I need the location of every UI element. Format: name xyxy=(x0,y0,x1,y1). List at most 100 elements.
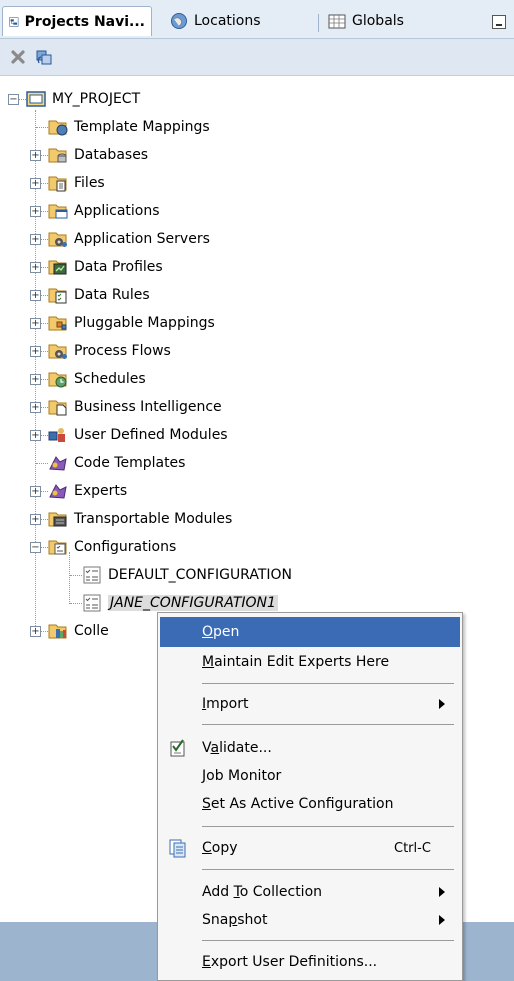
navigator-tab-bar: Projects Navi... Locations Globals xyxy=(0,0,514,39)
tab-globals-label: Globals xyxy=(352,13,404,29)
tree-connector xyxy=(41,267,48,268)
delete-button[interactable] xyxy=(8,47,28,67)
user-defined-modules-icon xyxy=(48,428,65,442)
menu-item-snapshot[interactable]: Snapshot xyxy=(158,905,462,935)
tree-item-label: Schedules xyxy=(74,371,146,387)
refresh-icon xyxy=(36,50,52,65)
tree-connector xyxy=(19,99,26,100)
databases-icon xyxy=(48,148,67,163)
delete-icon xyxy=(11,50,25,64)
tree-item-process-flows[interactable]: Process Flows xyxy=(48,338,171,364)
menu-separator xyxy=(202,724,454,725)
expand-toggle[interactable]: + xyxy=(30,178,41,189)
tree-item-applications[interactable]: Applications xyxy=(48,198,160,224)
menu-item-label: Set As Active Configuration xyxy=(202,796,394,812)
tree-connector xyxy=(36,463,48,464)
navigator-toolbar xyxy=(0,39,514,76)
expand-toggle[interactable]: + xyxy=(30,430,41,441)
menu-item-job-monitor[interactable]: Job Monitor xyxy=(158,761,462,791)
tree-item-label: Data Profiles xyxy=(74,259,163,275)
tree-item-default-configuration[interactable]: DEFAULT_CONFIGURATION xyxy=(82,562,292,588)
menu-item-add-to-collection[interactable]: Add To Collection xyxy=(158,877,462,907)
expand-toggle[interactable]: + xyxy=(30,374,41,385)
tree-item-files[interactable]: Files xyxy=(48,170,105,196)
menu-item-export-user-definitions[interactable]: Export User Definitions... xyxy=(158,947,462,977)
tree-item-label: JANE_CONFIGURATION1 xyxy=(108,595,278,611)
menu-item-label: Export User Definitions... xyxy=(202,954,378,970)
expand-toggle[interactable]: + xyxy=(30,486,41,497)
minimize-button[interactable] xyxy=(492,15,506,29)
menu-separator xyxy=(202,940,454,941)
tree-item-label: Process Flows xyxy=(74,343,171,359)
expand-toggle[interactable]: + xyxy=(30,402,41,413)
collapse-toggle[interactable]: − xyxy=(8,94,19,105)
transportable-modules-icon xyxy=(48,512,67,527)
menu-item-copy[interactable]: Copy Ctrl-C xyxy=(158,833,462,863)
menu-item-validate[interactable]: Validate... xyxy=(158,733,462,763)
tree-item-transportable-modules[interactable]: Transportable Modules xyxy=(48,506,232,532)
tree-item-schedules[interactable]: Schedules xyxy=(48,366,146,392)
menu-item-import[interactable]: Import xyxy=(158,689,462,719)
tab-globals[interactable]: Globals xyxy=(322,6,432,36)
configuration-icon xyxy=(83,566,101,584)
tab-projects-navigator[interactable]: Projects Navi... xyxy=(2,6,152,36)
menu-item-open[interactable]: Open xyxy=(160,617,460,647)
tree-item-databases[interactable]: Databases xyxy=(48,142,148,168)
tree-item-data-rules[interactable]: Data Rules xyxy=(48,282,150,308)
refresh-button[interactable] xyxy=(34,47,54,67)
menu-item-label: Copy xyxy=(202,840,238,856)
configuration-icon xyxy=(83,594,101,612)
tree-item-label: User Defined Modules xyxy=(74,427,228,443)
tree-item-data-profiles[interactable]: Data Profiles xyxy=(48,254,163,280)
schedules-icon xyxy=(48,372,67,388)
tree-item-label: Application Servers xyxy=(74,231,210,247)
tab-locations-label: Locations xyxy=(194,13,261,29)
expand-toggle[interactable]: + xyxy=(30,262,41,273)
tree-item-user-defined-modules[interactable]: User Defined Modules xyxy=(48,422,228,448)
files-icon xyxy=(48,176,67,192)
tree-item-label: Experts xyxy=(74,483,128,499)
tree-item-label: Pluggable Mappings xyxy=(74,315,215,331)
expand-toggle[interactable]: + xyxy=(30,346,41,357)
tree-item-my-project[interactable]: MY_PROJECT xyxy=(26,86,140,112)
tree-item-application-servers[interactable]: Application Servers xyxy=(48,226,210,252)
tree-item-configurations[interactable]: Configurations xyxy=(48,534,176,560)
tree-connector xyxy=(41,435,48,436)
expand-toggle[interactable]: + xyxy=(30,290,41,301)
locations-globe-icon xyxy=(171,13,187,29)
expand-toggle[interactable]: + xyxy=(30,318,41,329)
tree-item-label: MY_PROJECT xyxy=(52,91,141,107)
collapse-toggle[interactable]: − xyxy=(30,542,41,553)
expand-toggle[interactable]: + xyxy=(30,514,41,525)
tree-item-pluggable-mappings[interactable]: Pluggable Mappings xyxy=(48,310,215,336)
project-navigator-icon xyxy=(9,16,19,27)
tree-connector xyxy=(36,127,48,128)
experts-icon xyxy=(49,484,67,499)
tree-connector xyxy=(41,519,48,520)
tree-item-label: Business Intelligence xyxy=(74,399,222,415)
menu-item-set-active-configuration[interactable]: Set As Active Configuration xyxy=(158,789,462,819)
tree-item-experts[interactable]: Experts xyxy=(48,478,127,504)
expand-toggle[interactable]: + xyxy=(30,150,41,161)
tree-connector xyxy=(41,295,48,296)
submenu-arrow-icon xyxy=(439,915,445,925)
menu-item-maintain-edit-experts[interactable]: Maintain Edit Experts Here xyxy=(158,647,462,677)
expand-toggle[interactable]: + xyxy=(30,626,41,637)
tree-item-label: Applications xyxy=(74,203,160,219)
expand-toggle[interactable]: + xyxy=(30,234,41,245)
tree-connector xyxy=(70,575,82,576)
tree-connector xyxy=(41,323,48,324)
tree-item-business-intelligence[interactable]: Business Intelligence xyxy=(48,394,222,420)
tree-item-template-mappings[interactable]: Template Mappings xyxy=(48,114,210,140)
tree-item-label: Template Mappings xyxy=(74,119,210,135)
expand-toggle[interactable]: + xyxy=(30,206,41,217)
tab-locations[interactable]: Locations xyxy=(164,6,284,36)
minimize-icon xyxy=(496,24,502,26)
tree-item-label: Files xyxy=(74,175,105,191)
tree-connector xyxy=(41,183,48,184)
tree-item-label: Code Templates xyxy=(74,455,186,471)
process-flows-icon xyxy=(48,344,67,359)
tree-item-code-templates[interactable]: Code Templates xyxy=(48,450,185,476)
menu-item-label: Validate... xyxy=(202,740,272,756)
tree-item-collections[interactable]: Colle xyxy=(48,618,109,644)
